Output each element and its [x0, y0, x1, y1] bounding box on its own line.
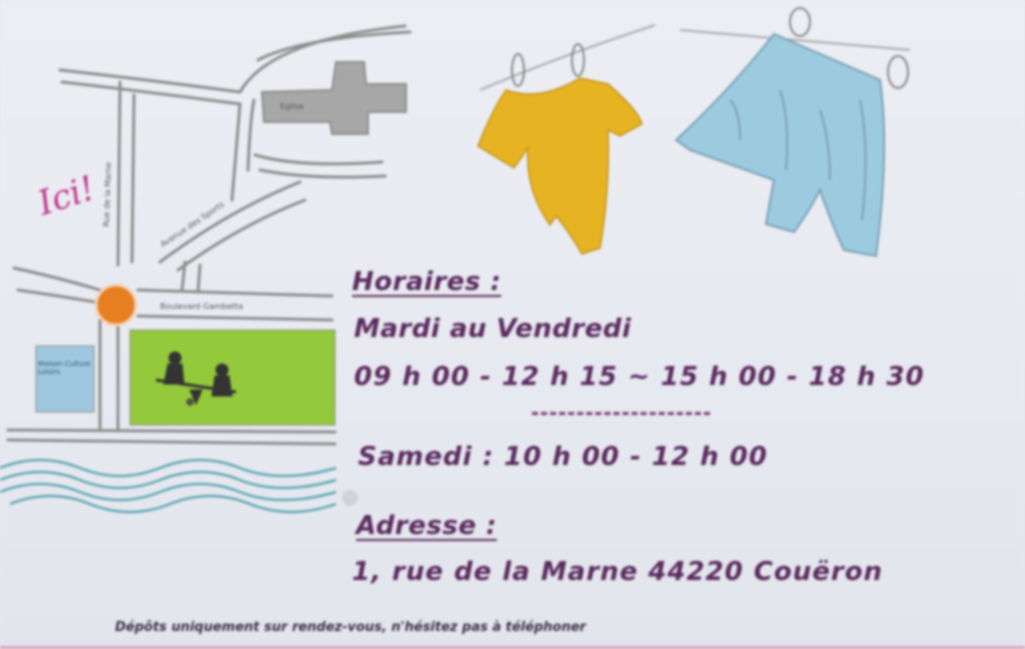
location-map: [0, 24, 412, 514]
weekdays-label: Mardi au Vendredi: [354, 314, 632, 344]
footer-note: Dépôts uniquement sur rendez-vous, n'hés…: [115, 620, 586, 635]
clothesline-onesie-icon: [477, 24, 656, 255]
church-icon: [260, 61, 407, 135]
clothesline-shorts-icon: [674, 7, 911, 258]
divider: [532, 412, 710, 415]
map-label-building: Maison Culture Loisirs: [38, 360, 91, 376]
hours-title: Horaires :: [352, 267, 502, 297]
water-waves-icon: [0, 458, 337, 514]
saturday-hours: Samedi : 10 h 00 - 12 h 00: [358, 442, 768, 472]
address-title: Adresse :: [356, 511, 497, 541]
address-value: 1, rue de la Marne 44220 Couëron: [352, 557, 884, 587]
map-label-church: Eglise: [280, 102, 304, 111]
business-card: Eglise Rue de la Marne Avenue des Sports…: [0, 0, 1025, 649]
weekdays-hours: 09 h 00 - 12 h 15 ~ 15 h 00 - 18 h 30: [354, 362, 925, 392]
map-label-boulevard: Boulevard Gambetta: [160, 302, 244, 311]
